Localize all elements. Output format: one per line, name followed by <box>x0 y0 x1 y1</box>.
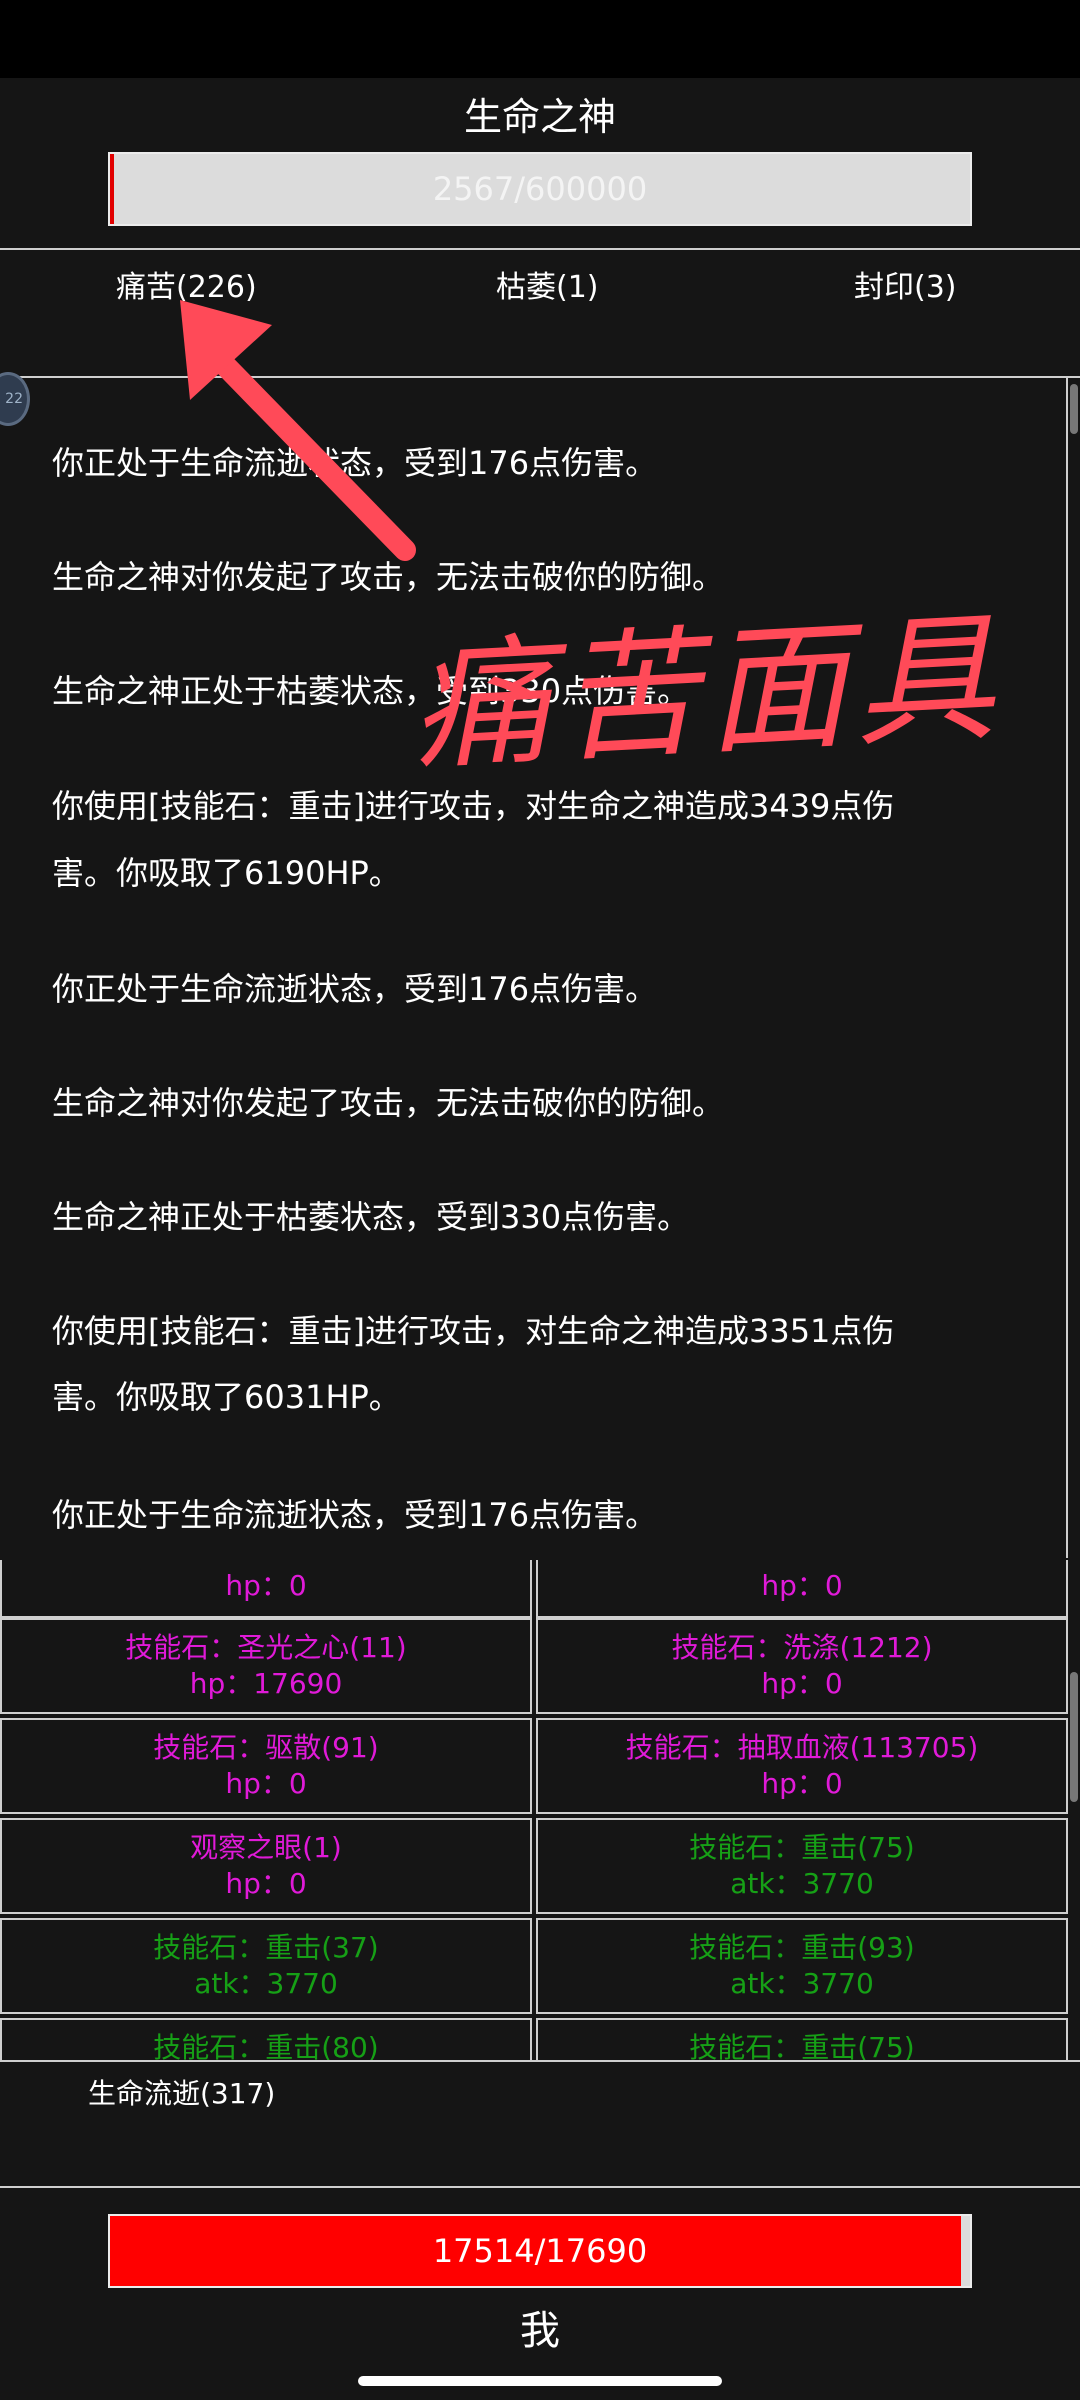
annotation-overlay <box>180 300 416 561</box>
annotation-text: 痛苦面具 <box>406 596 1007 791</box>
arrow-icon <box>180 300 416 561</box>
